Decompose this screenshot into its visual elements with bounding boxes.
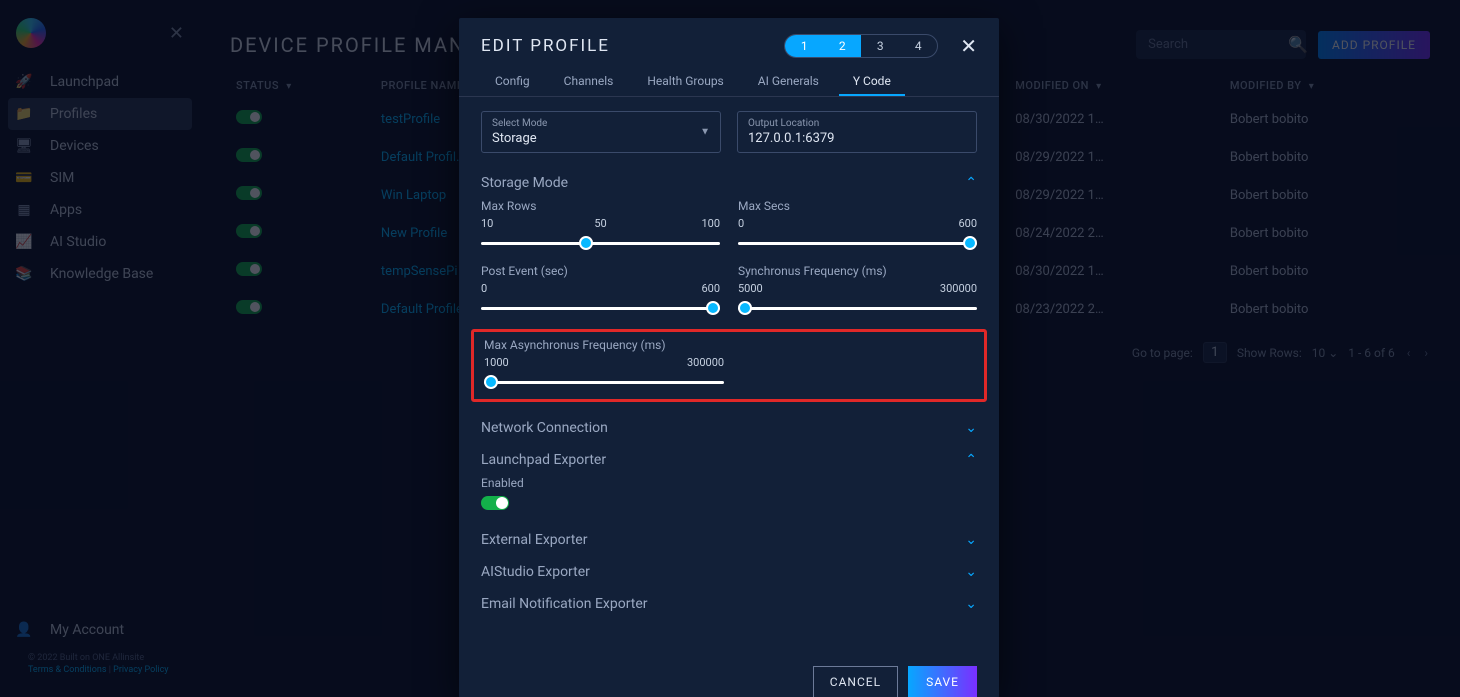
section-email-exporter[interactable]: Email Notification Exporter ⌄ [481,588,977,620]
chevron-up-icon: ⌃ [965,175,977,191]
launchpad-enabled-toggle[interactable] [481,496,509,510]
chevron-down-icon: ⌄ [965,564,977,580]
step-1[interactable]: 1 [785,35,823,57]
section-external-exporter[interactable]: External Exporter ⌄ [481,524,977,556]
tab-health-groups[interactable]: Health Groups [633,68,737,96]
section-launchpad-exporter[interactable]: Launchpad Exporter ⌃ [481,444,977,476]
step-3[interactable]: 3 [861,35,899,57]
max-secs-slider[interactable] [738,234,977,254]
tab-channels[interactable]: Channels [550,68,628,96]
post-event-slider[interactable] [481,299,720,319]
modal-title: EDIT PROFILE [481,36,610,56]
max-async-slider[interactable] [484,373,724,393]
max-async-label: Max Asynchronus Frequency (ms) [484,338,724,352]
output-location-field[interactable]: Output Location 127.0.0.1:6379 [737,111,977,153]
enabled-label: Enabled [481,476,977,490]
edit-profile-modal: EDIT PROFILE 1234 ✕ ConfigChannelsHealth… [459,18,999,697]
chevron-down-icon: ⌄ [965,532,977,548]
tab-y-code[interactable]: Y Code [839,68,905,96]
max-async-highlight: Max Asynchronus Frequency (ms) 100030000… [471,329,987,402]
chevron-down-icon: ▼ [700,127,710,138]
sync-freq-label: Synchronus Frequency (ms) [738,264,977,278]
close-icon[interactable]: ✕ [960,34,977,58]
sync-freq-slider[interactable] [738,299,977,319]
section-storage-mode[interactable]: Storage Mode ⌃ [481,167,977,199]
chevron-up-icon: ⌃ [965,452,977,468]
post-event-label: Post Event (sec) [481,264,720,278]
tab-config[interactable]: Config [481,68,544,96]
chevron-down-icon: ⌄ [965,420,977,436]
save-button[interactable]: SAVE [908,666,977,697]
max-rows-slider[interactable] [481,234,720,254]
max-rows-label: Max Rows [481,199,720,213]
cancel-button[interactable]: CANCEL [813,666,898,697]
step-4[interactable]: 4 [899,35,937,57]
chevron-down-icon: ⌄ [965,596,977,612]
max-secs-label: Max Secs [738,199,977,213]
tab-ai-generals[interactable]: AI Generals [744,68,833,96]
section-aistudio-exporter[interactable]: AIStudio Exporter ⌄ [481,556,977,588]
step-2[interactable]: 2 [823,35,861,57]
select-mode-dropdown[interactable]: Select Mode Storage ▼ [481,111,721,153]
section-network-connection[interactable]: Network Connection ⌄ [481,412,977,444]
